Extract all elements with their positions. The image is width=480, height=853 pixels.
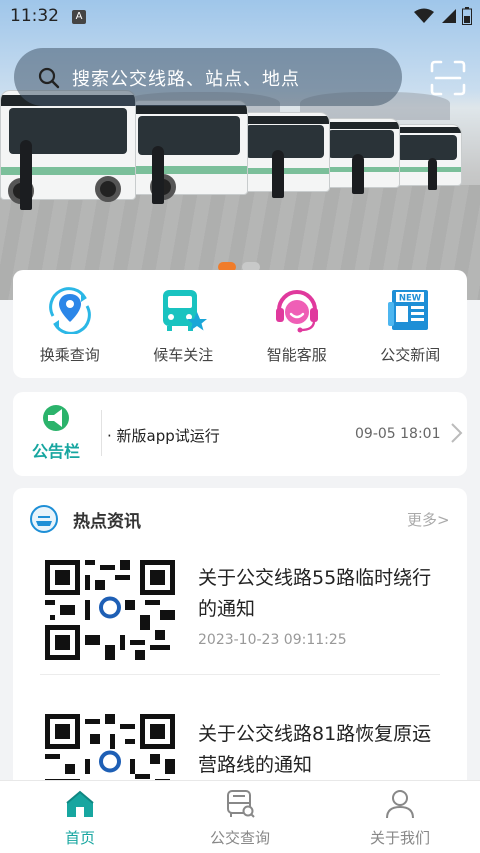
user-icon <box>386 790 414 819</box>
news-headline: 关于公交线路81路恢复原运营路线的通知 <box>198 723 432 776</box>
news-thumbnail-qr <box>45 560 175 660</box>
scan-icon[interactable] <box>430 60 466 96</box>
quick-actions-card: 换乘查询 候车关注 智能客服 NEW 公交新闻 <box>13 270 467 378</box>
bus-news-button[interactable]: NEW 公交新闻 <box>360 286 460 378</box>
hot-news-card: 热点资讯 更多> 关于公交线路55路临时绕行的通知 2023-10-23 09:… <box>13 488 467 788</box>
bus-wait-follow-label: 候车关注 <box>153 346 214 364</box>
notice-text: · 新版app试运行 <box>107 427 220 445</box>
customer-service-button[interactable]: 智能客服 <box>247 286 347 378</box>
bus-wait-follow-icon <box>163 290 208 331</box>
news-date: 2023-10-23 09:11:25 <box>198 632 347 648</box>
notice-card[interactable]: 公告栏 · 新版app试运行 09-05 18:01 <box>13 392 467 476</box>
hot-news-icon <box>30 505 58 533</box>
news-divider <box>40 674 440 675</box>
bus-wait-follow-button[interactable]: 候车关注 <box>133 286 233 378</box>
tab-about-us-label: 关于我们 <box>369 829 430 847</box>
status-time: 11:32 <box>10 6 59 26</box>
news-item[interactable]: 关于公交线路81路恢复原运营路线的通知 <box>13 704 467 788</box>
tab-bus-query-label: 公交查询 <box>209 829 270 847</box>
customer-service-icon <box>275 290 318 333</box>
news-item[interactable]: 关于公交线路55路临时绕行的通知 2023-10-23 09:11:25 <box>13 550 467 700</box>
hot-news-title: 热点资讯 <box>73 512 141 532</box>
news-headline: 关于公交线路55路临时绕行的通知 <box>198 567 432 620</box>
svg-text:NEW: NEW <box>399 294 422 304</box>
bottom-tab-bar: 首页 公交查询 关于我们 <box>0 780 480 853</box>
notice-badge-label: 公告栏 <box>31 442 80 461</box>
transfer-query-button[interactable]: 换乘查询 <box>20 286 120 378</box>
search-icon <box>38 67 60 89</box>
signal-icon <box>442 9 456 23</box>
status-bar: 11:32 A <box>0 0 480 34</box>
notice-badge: 公告栏 <box>27 404 85 462</box>
battery-icon <box>462 7 472 25</box>
search-placeholder: 搜索公交线路、站点、地点 <box>72 69 300 90</box>
transfer-query-label: 换乘查询 <box>39 346 100 364</box>
notification-a-icon: A <box>72 10 86 24</box>
wifi-icon <box>414 8 434 23</box>
customer-service-label: 智能客服 <box>266 346 327 364</box>
bus-search-icon <box>227 790 255 818</box>
tab-home[interactable]: 首页 <box>0 781 160 853</box>
bus-news-icon: NEW <box>388 290 429 330</box>
news-thumbnail-qr <box>45 714 175 788</box>
search-bar[interactable]: 搜索公交线路、站点、地点 <box>14 48 402 106</box>
hero-banner[interactable] <box>0 0 480 300</box>
bus-news-label: 公交新闻 <box>380 346 441 364</box>
megaphone-icon <box>43 405 69 431</box>
transfer-query-icon <box>48 287 91 334</box>
tab-about-us[interactable]: 关于我们 <box>320 781 480 853</box>
home-icon <box>66 790 94 817</box>
more-link[interactable]: 更多> <box>407 509 450 530</box>
tab-home-label: 首页 <box>64 829 95 847</box>
tab-bus-query[interactable]: 公交查询 <box>160 781 320 853</box>
chevron-right-icon <box>451 423 463 443</box>
notice-time: 09-05 18:01 <box>355 426 441 442</box>
notice-divider <box>101 410 102 456</box>
